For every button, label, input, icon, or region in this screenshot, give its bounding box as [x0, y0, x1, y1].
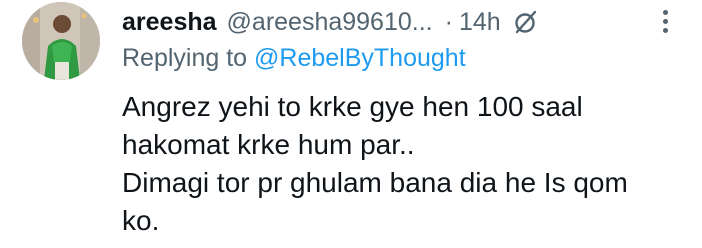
tweet: areesha @areesha99610... · 14h Replying …	[0, 0, 702, 248]
tweet-text: Angrez yehi to krke gye hen 100 saal hak…	[122, 88, 682, 240]
avatar[interactable]	[22, 2, 100, 80]
edit-history-icon[interactable]	[513, 9, 539, 35]
replying-to-handle[interactable]: @RebelByThought	[254, 44, 466, 72]
author-handle[interactable]: @areesha99610...	[227, 8, 433, 37]
replying-to: Replying to @RebelByThought	[122, 44, 466, 73]
tweet-header: areesha @areesha99610... · 14h	[122, 2, 682, 42]
separator-dot: ·	[444, 7, 453, 36]
tweet-text-line: hakomat krke hum par..	[122, 129, 415, 160]
tweet-text-line: Angrez yehi to krke gye hen 100 saal	[122, 91, 583, 122]
tweet-text-line: ko.	[122, 205, 160, 236]
timestamp[interactable]: 14h	[459, 8, 501, 37]
more-options-icon[interactable]	[652, 8, 678, 34]
author-name[interactable]: areesha	[122, 8, 217, 37]
avatar-photo	[22, 2, 100, 80]
tweet-text-line: Dimagi tor pr ghulam bana dia he Is qom	[122, 167, 628, 198]
replying-to-label: Replying to	[122, 44, 248, 72]
